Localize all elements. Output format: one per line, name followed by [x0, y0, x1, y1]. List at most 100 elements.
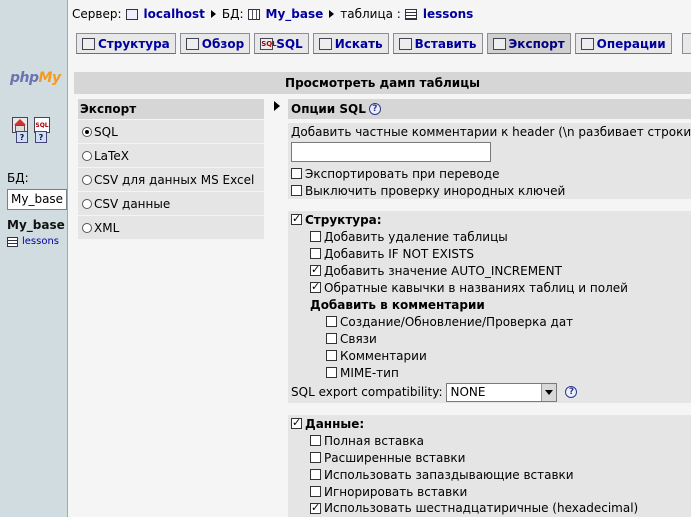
option-auto-increment[interactable]: Добавить значение AUTO_INCREMENT	[291, 262, 691, 279]
checkbox-disable-fk[interactable]	[291, 185, 302, 196]
search-icon	[318, 37, 332, 50]
checkbox-mime[interactable]	[326, 367, 337, 378]
export-heading: Экспорт	[78, 99, 264, 119]
sidebar-table-lessons[interactable]: lessons	[7, 236, 59, 247]
tab-search[interactable]: Искать	[312, 33, 389, 54]
checkbox-data[interactable]	[291, 416, 302, 430]
compat-select[interactable]: NONE	[446, 382, 558, 402]
db-breadcrumb-label: БД:	[221, 7, 244, 21]
checkbox-auto-increment[interactable]	[310, 263, 321, 277]
export-format-list: Экспорт SQL LaTeX CSV для данных MS Exce…	[78, 99, 264, 239]
checkbox-delayed-inserts[interactable]	[310, 469, 321, 480]
sql-options-panel: Опции SQL ? Добавить частные комментарии…	[288, 99, 691, 517]
server-link[interactable]: localhost	[144, 7, 205, 21]
table-icon	[404, 8, 417, 20]
option-delayed-inserts[interactable]: Использовать запаздывающие вставки	[291, 466, 691, 483]
structure-icon	[82, 37, 95, 50]
option-drop-table[interactable]: Добавить удаление таблицы	[291, 228, 691, 245]
comments-heading: Добавить в комментарии	[310, 297, 485, 312]
insert-icon	[398, 37, 412, 50]
checkbox-transaction[interactable]	[291, 168, 302, 179]
checkbox-drop-table[interactable]	[310, 231, 321, 242]
checkbox-extended-inserts[interactable]	[310, 452, 321, 463]
db-link[interactable]: My_base	[266, 7, 324, 21]
radio-sql[interactable]	[82, 126, 92, 137]
operations-icon	[580, 37, 594, 50]
export-option-sql[interactable]: SQL	[78, 119, 264, 143]
option-extended-inserts[interactable]: Расширенные вставки	[291, 449, 691, 466]
db-label: БД:	[7, 171, 29, 185]
database-icon	[247, 8, 260, 20]
left-navigation-frame: phpMy SQL ? ? БД: My_base My_base lesson…	[0, 0, 68, 517]
tab-insert[interactable]: Вставить	[392, 33, 483, 54]
option-structure[interactable]: Структура:	[291, 211, 691, 228]
export-option-csv[interactable]: CSV данные	[78, 191, 264, 215]
table-breadcrumb-label: таблица :	[340, 7, 401, 21]
phpmyadmin-logo[interactable]: phpMy	[10, 70, 61, 86]
tab-sql[interactable]: SQL SQL	[254, 33, 309, 54]
option-comments[interactable]: Комментарии	[291, 347, 691, 364]
checkbox-comments[interactable]	[326, 350, 337, 361]
table-link[interactable]: lessons	[423, 7, 473, 21]
table-icon	[7, 236, 18, 247]
breadcrumb-arrow-icon	[329, 10, 335, 18]
tab-operations[interactable]: Операции	[574, 33, 672, 54]
checkbox-hex-binary[interactable]	[310, 501, 321, 515]
chevron-down-icon[interactable]	[541, 383, 557, 401]
tab-browse[interactable]: Обзор	[179, 33, 251, 54]
export-option-latex[interactable]: LaTeX	[78, 143, 264, 167]
breadcrumb-arrow-icon	[210, 10, 216, 18]
option-ignore-inserts[interactable]: Игнорировать вставки	[291, 483, 691, 500]
option-disable-fk[interactable]: Выключить проверку инородных ключей	[291, 182, 691, 199]
tab-overflow[interactable]	[682, 33, 691, 54]
compat-label: SQL export compatibility:	[291, 385, 443, 399]
main-frame: Сервер: localhost БД: My_base таблица : …	[68, 0, 691, 517]
server-icon	[125, 8, 138, 20]
comment-label: Добавить частные комментарии к header (\…	[291, 124, 691, 139]
sql-icon: SQL	[260, 37, 277, 50]
option-relations[interactable]: Связи	[291, 330, 691, 347]
radio-xml[interactable]	[82, 222, 92, 233]
documentation-icon[interactable]: ?	[16, 131, 28, 143]
mysql-docs-icon[interactable]: ?	[35, 131, 47, 143]
option-complete-inserts[interactable]: Полная вставка	[291, 432, 691, 449]
option-hex-binary[interactable]: Использовать шестнадцатиричные (hexadeci…	[291, 500, 691, 517]
option-dates[interactable]: Создание/Обновление/Проверка дат	[291, 313, 691, 330]
option-if-not-exists[interactable]: Добавить IF NOT EXISTS	[291, 245, 691, 262]
checkbox-backquotes[interactable]	[310, 280, 321, 294]
checkbox-complete-inserts[interactable]	[310, 435, 321, 446]
radio-csv-excel[interactable]	[82, 174, 92, 185]
option-mime[interactable]: MIME-тип	[291, 364, 691, 381]
help-icon[interactable]: ?	[565, 386, 578, 398]
checkbox-if-not-exists[interactable]	[310, 248, 321, 259]
export-option-xml[interactable]: XML	[78, 215, 264, 239]
checkbox-relations[interactable]	[326, 333, 337, 344]
compat-row: SQL export compatibility: NONE ?	[291, 381, 691, 403]
export-icon	[492, 37, 506, 50]
tab-export[interactable]: Экспорт	[486, 33, 571, 54]
page-title: Просмотреть дамп таблицы	[74, 72, 691, 94]
structure-options: Структура: Добавить удаление таблицы Доб…	[288, 211, 691, 403]
sidebar-table-label: lessons	[22, 236, 60, 247]
db-name[interactable]: My_base	[7, 218, 65, 232]
browse-icon	[185, 37, 199, 50]
sql-general-options: Добавить частные комментарии к header (\…	[288, 123, 691, 199]
option-data[interactable]: Данные:	[291, 415, 691, 432]
radio-csv[interactable]	[82, 198, 92, 209]
sql-options-heading: Опции SQL ?	[288, 99, 691, 119]
db-select[interactable]: My_base	[7, 189, 67, 210]
checkbox-dates[interactable]	[326, 316, 337, 327]
option-transaction[interactable]: Экспортировать при переводе	[291, 165, 691, 182]
tab-bar: Структура Обзор SQL SQL Искать Вставить Э…	[76, 33, 672, 54]
export-option-csv-excel[interactable]: CSV для данных MS Excel	[78, 167, 264, 191]
checkbox-ignore-inserts[interactable]	[310, 486, 321, 497]
checkbox-structure[interactable]	[291, 212, 302, 226]
data-options: Данные: Полная вставка Расширенные встав…	[288, 415, 691, 517]
radio-latex[interactable]	[82, 150, 92, 161]
header-comment-input[interactable]	[291, 142, 491, 162]
server-label: Сервер:	[72, 7, 122, 21]
help-icon[interactable]: ?	[368, 103, 381, 115]
tab-structure[interactable]: Структура	[76, 33, 176, 54]
breadcrumb: Сервер: localhost БД: My_base таблица : …	[72, 7, 473, 21]
option-backquotes[interactable]: Обратные кавычки в названиях таблиц и по…	[291, 279, 691, 296]
